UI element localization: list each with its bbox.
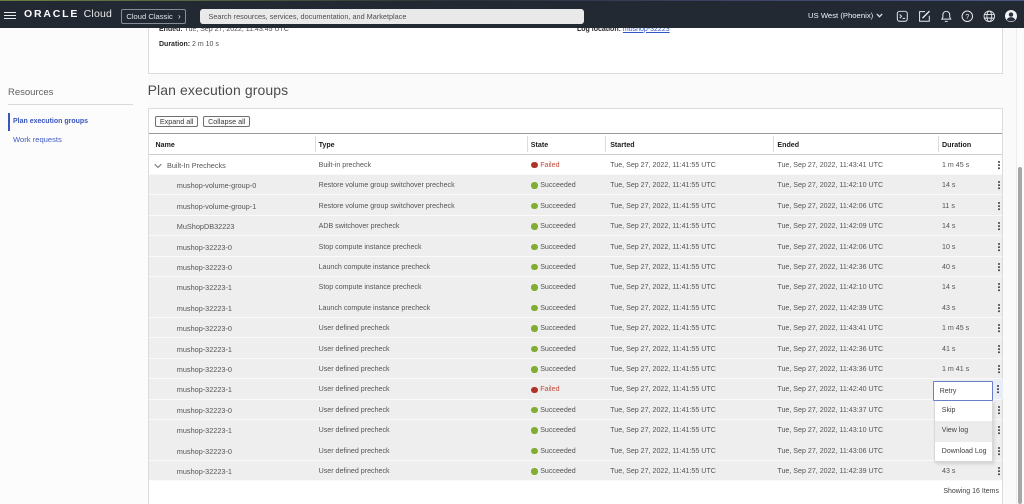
svg-text:?: ? (966, 12, 970, 21)
